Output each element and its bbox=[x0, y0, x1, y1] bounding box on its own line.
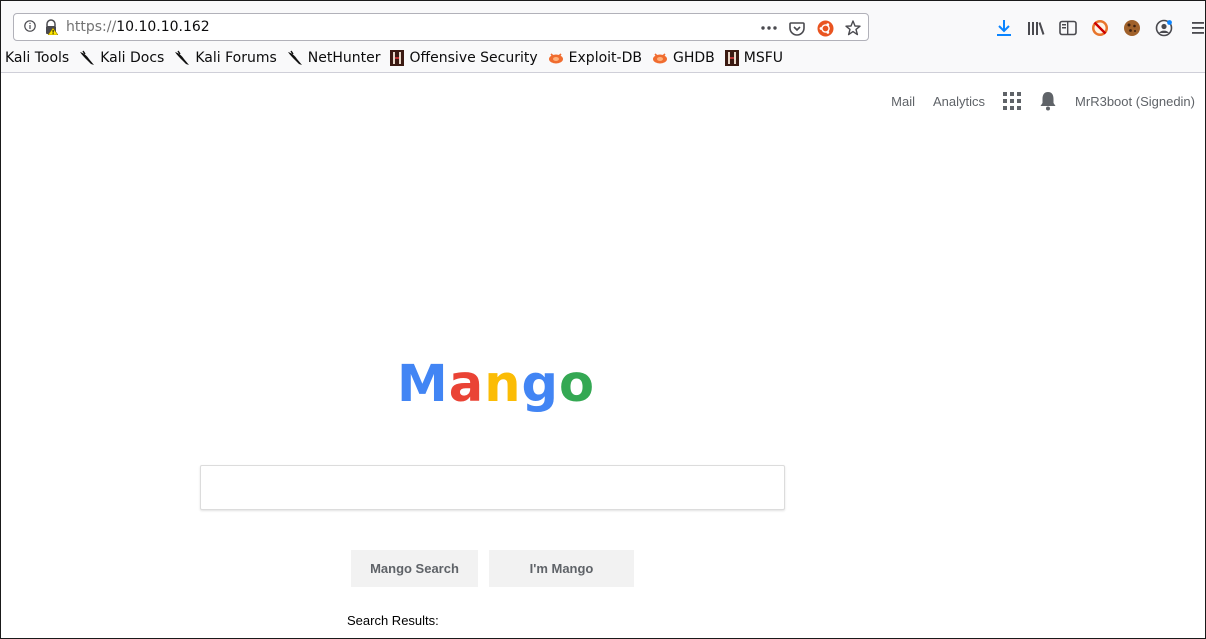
bookmark-label: Offensive Security bbox=[409, 50, 538, 66]
analytics-link[interactable]: Analytics bbox=[933, 94, 985, 109]
im-mango-button[interactable]: I'm Mango bbox=[489, 550, 634, 587]
bookmark-nethunter[interactable]: NetHunter bbox=[287, 50, 381, 66]
bookmark-offensive-security[interactable]: Offensive Security bbox=[390, 50, 538, 66]
url-bar[interactable]: https://10.10.10.162 bbox=[13, 13, 869, 41]
bookmark-kali-forums[interactable]: Kali Forums bbox=[174, 50, 277, 66]
cookie-icon[interactable] bbox=[1121, 17, 1143, 39]
bookmarks-toolbar: Kali Tools Kali Docs Kali Forums NetHunt… bbox=[5, 47, 783, 69]
url-actions bbox=[760, 18, 862, 38]
logo-letter: g bbox=[521, 355, 560, 414]
bookmark-label: Exploit-DB bbox=[568, 50, 642, 66]
url-scheme: https:// bbox=[66, 19, 117, 35]
exploitdb-icon bbox=[548, 53, 563, 64]
offsec-icon bbox=[390, 50, 405, 66]
download-icon[interactable] bbox=[993, 17, 1015, 39]
insecure-lock-icon[interactable] bbox=[44, 19, 58, 35]
sidebar-icon[interactable] bbox=[1057, 17, 1079, 39]
logo-letter: a bbox=[448, 355, 485, 414]
menu-icon[interactable] bbox=[1185, 17, 1206, 39]
ubuntu-icon[interactable] bbox=[816, 19, 834, 37]
bookmark-star-icon[interactable] bbox=[844, 19, 862, 37]
search-input[interactable] bbox=[200, 465, 785, 510]
kali-dragon-icon bbox=[287, 50, 302, 65]
bookmark-kali-docs[interactable]: Kali Docs bbox=[79, 50, 164, 66]
url-host: 10.10.10.162 bbox=[116, 19, 210, 35]
bookmark-ghdb[interactable]: GHDB bbox=[652, 50, 715, 66]
info-icon[interactable] bbox=[24, 20, 36, 32]
bookmark-exploit-db[interactable]: Exploit-DB bbox=[548, 50, 642, 66]
noscript-icon[interactable] bbox=[1089, 17, 1111, 39]
url-text[interactable]: https://10.10.10.162 bbox=[66, 19, 210, 35]
mango-search-button[interactable]: Mango Search bbox=[351, 550, 478, 587]
bookmark-label: Kali Docs bbox=[100, 50, 165, 66]
more-actions-icon[interactable] bbox=[760, 19, 778, 37]
notifications-bell-icon[interactable] bbox=[1039, 91, 1057, 111]
bookmark-label: Kali Tools bbox=[5, 50, 70, 66]
search-results-label: Search Results: bbox=[347, 613, 439, 628]
account-icon[interactable] bbox=[1153, 17, 1175, 39]
logo-letter: M bbox=[397, 355, 449, 414]
kali-dragon-icon bbox=[175, 50, 190, 65]
bookmark-msfu[interactable]: MSFU bbox=[724, 50, 783, 66]
mail-link[interactable]: Mail bbox=[891, 94, 915, 109]
offsec-icon bbox=[724, 50, 739, 66]
user-signed-in-link[interactable]: MrR3boot (Signedin) bbox=[1075, 94, 1195, 109]
mango-logo: Mango bbox=[397, 355, 595, 414]
top-nav: Mail Analytics MrR3boot (Signedin) bbox=[891, 91, 1195, 111]
logo-letter: o bbox=[559, 355, 596, 414]
kali-dragon-icon bbox=[80, 50, 95, 65]
toolbar-right bbox=[993, 17, 1206, 39]
logo-letter: n bbox=[484, 355, 522, 414]
bookmark-label: Kali Forums bbox=[195, 50, 277, 66]
browser-chrome: https://10.10.10.162 Kali Tools Kali Doc… bbox=[1, 1, 1205, 73]
library-icon[interactable] bbox=[1025, 17, 1047, 39]
bookmark-label: GHDB bbox=[672, 50, 715, 66]
bookmark-kali-tools[interactable]: Kali Tools bbox=[5, 50, 69, 66]
pocket-icon[interactable] bbox=[788, 19, 806, 37]
bookmark-label: NetHunter bbox=[307, 50, 381, 66]
apps-grid-icon[interactable] bbox=[1003, 92, 1022, 110]
exploitdb-icon bbox=[652, 53, 667, 64]
bookmark-label: MSFU bbox=[743, 50, 783, 66]
